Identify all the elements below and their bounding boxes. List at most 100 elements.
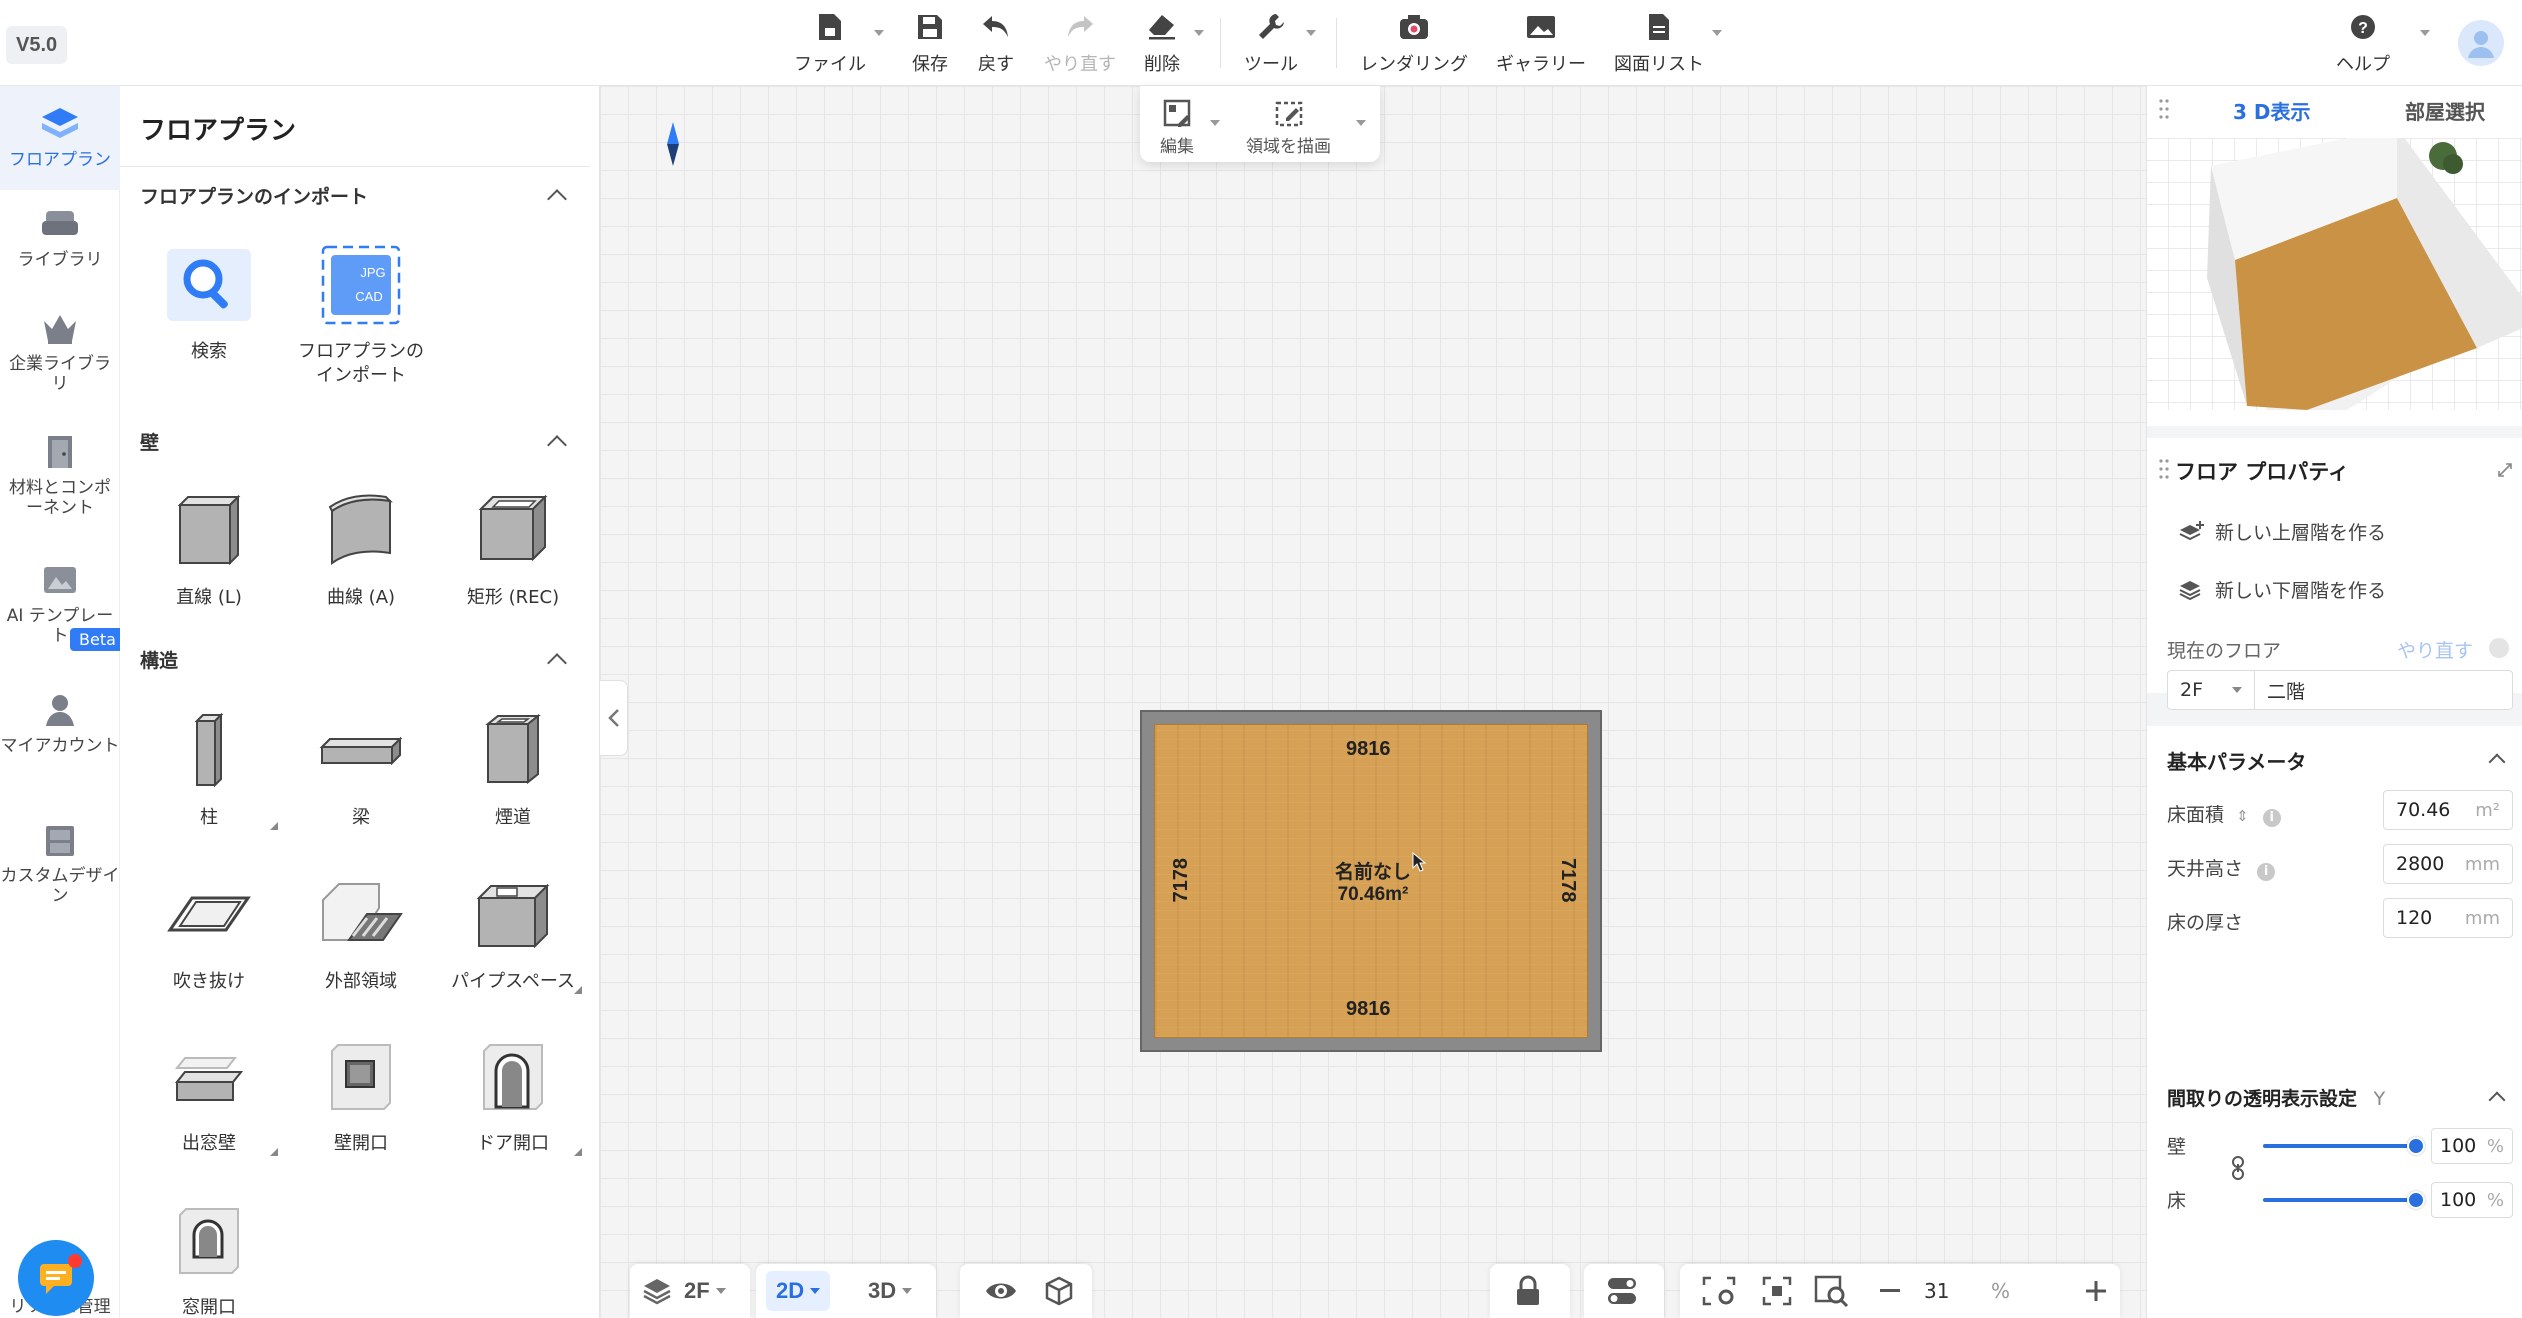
rendering-button[interactable]: レンダリング (1360, 10, 1468, 76)
sort-icon[interactable]: ⇕ (2236, 807, 2249, 825)
tools-caret-icon[interactable] (1306, 30, 1316, 36)
tile-wall-opening[interactable]: 壁開口 (286, 1032, 436, 1156)
file-caret-icon[interactable] (874, 30, 884, 36)
tile-pipe-space[interactable]: パイプスペース (438, 870, 588, 994)
draw-area-button[interactable]: 領域を描画 (1246, 98, 1331, 157)
nav-item-materials[interactable]: 材料とコンポーネント (0, 432, 120, 518)
save-button[interactable]: 保存 (912, 10, 948, 76)
door-icon (38, 432, 82, 472)
file-button[interactable]: ファイル (794, 10, 866, 76)
nav-item-library[interactable]: ライブラリ (0, 204, 120, 270)
tile-wall-straight[interactable]: 直線 (L) (134, 486, 284, 610)
floor-code-select[interactable]: 2F (2167, 670, 2255, 710)
preview-tabs: 3 D表示 部屋選択 (2147, 86, 2522, 138)
section-wall-heading: 壁 (140, 432, 160, 454)
view-3d-caret-icon (902, 1288, 913, 1294)
tab-room-select[interactable]: 部屋選択 (2405, 96, 2485, 125)
wall-opacity-input[interactable]: 100 % (2431, 1128, 2513, 1164)
nav-item-ai-template[interactable]: AI テンプレート (0, 560, 120, 646)
settings-toggle-button[interactable] (1606, 1264, 1638, 1318)
tile-label: 曲線 (A) (326, 587, 396, 608)
tile-wall-curve[interactable]: 曲線 (A) (286, 486, 436, 610)
floor-opacity-slider[interactable] (2263, 1191, 2425, 1209)
tile-column[interactable]: 柱 (134, 706, 284, 830)
nav-label: 企業ライブラリ (9, 354, 111, 394)
nav-item-my-account[interactable]: マイアカウント (0, 690, 120, 756)
tile-search[interactable]: 検索 (134, 240, 284, 364)
zoom-region-button[interactable] (1814, 1264, 1850, 1318)
tile-bay-window-wall[interactable]: 出窓壁 (134, 1032, 284, 1156)
fit-settings-icon (1702, 1276, 1736, 1306)
tile-window-opening[interactable]: 窓開口 (134, 1196, 284, 1318)
edit-button[interactable]: 編集 (1160, 98, 1194, 157)
fit-screen-button[interactable] (1762, 1264, 1792, 1318)
floor-label: 2F (684, 1278, 710, 1303)
ceiling-height-input[interactable]: 2800 mm (2383, 844, 2513, 884)
collapse-structure-icon[interactable] (547, 653, 567, 673)
zoom-in-button[interactable] (2084, 1264, 2108, 1318)
design-canvas[interactable] (600, 86, 2146, 1318)
tile-void[interactable]: 吹き抜け (134, 870, 284, 994)
tile-floorplan-import[interactable]: JPG CAD フロアプランのインポート (286, 240, 436, 388)
floor-thickness-input[interactable]: 120 mm (2383, 898, 2513, 938)
floor-area-input[interactable]: 70.46 m² (2383, 790, 2513, 830)
zoom-level-input[interactable]: 31 % (1912, 1274, 2022, 1308)
zoom-out-button[interactable] (1878, 1264, 1902, 1318)
drag-handle-icon[interactable] (2159, 98, 2169, 120)
lock-button[interactable] (1514, 1264, 1542, 1318)
nav-label: ライブラリ (17, 250, 103, 270)
tile-exterior-area[interactable]: 外部領域 (286, 870, 436, 994)
undo-button[interactable]: 戻す (978, 10, 1014, 76)
delete-caret-icon[interactable] (1194, 30, 1204, 36)
fit-settings-button[interactable] (1702, 1264, 1736, 1318)
layers-icon (643, 1279, 671, 1305)
tile-wall-rect[interactable]: 矩形 (REC) (438, 486, 588, 610)
version-badge: V5.0 (6, 26, 68, 64)
redo-link[interactable]: やり直す (2397, 636, 2473, 663)
collapse-wall-icon[interactable] (547, 435, 567, 455)
3d-preview[interactable] (2147, 138, 2522, 410)
tools-button[interactable]: ツール (1244, 10, 1298, 76)
draw-area-caret-icon[interactable] (1356, 120, 1366, 126)
info-icon: i (2262, 809, 2281, 827)
help-caret-icon[interactable] (2420, 30, 2430, 36)
collapse-transparency-icon[interactable] (2488, 1091, 2506, 1109)
cube-view-button[interactable] (1044, 1264, 1074, 1318)
view-3d-button[interactable]: 3D (868, 1264, 913, 1318)
floor-area-label: 床面積 (2167, 804, 2225, 826)
collapse-basic-params-icon[interactable] (2488, 753, 2506, 771)
redo-button[interactable]: やり直す (1044, 10, 1116, 76)
tile-door-opening[interactable]: ドア開口 (438, 1032, 588, 1156)
help-button[interactable]: ? ヘルプ (2336, 10, 2390, 76)
gallery-button[interactable]: ギャラリー (1496, 10, 1586, 76)
new-upper-floor-button[interactable]: 新しい上層階を作る (2179, 518, 2386, 545)
tile-label: 柱 (200, 807, 218, 828)
expand-icon[interactable] (2497, 462, 2513, 478)
collapse-panel-button[interactable] (600, 680, 628, 756)
collapse-import-icon[interactable] (547, 189, 567, 209)
floor-slider-knob[interactable] (2407, 1191, 2425, 1209)
floor-name-input[interactable]: 二階 (2255, 670, 2513, 710)
nav-item-floorplan[interactable]: フロアプラン (0, 86, 120, 190)
wall-opacity-slider[interactable] (2263, 1137, 2425, 1155)
edit-caret-icon[interactable] (1210, 120, 1220, 126)
user-avatar[interactable] (2458, 20, 2504, 66)
delete-button[interactable]: 削除 (1144, 10, 1180, 76)
new-lower-floor-button[interactable]: 新しい下層階を作る (2179, 576, 2386, 603)
floor-opacity-input[interactable]: 100 % (2431, 1182, 2513, 1218)
nav-item-enterprise-library[interactable]: 企業ライブラリ (0, 308, 120, 394)
tab-3d-view[interactable]: 3 D表示 (2233, 96, 2310, 125)
chat-fab[interactable] (18, 1240, 94, 1316)
wall-slider-knob[interactable] (2407, 1137, 2425, 1155)
nav-item-custom-design[interactable]: カスタムデザイン (0, 820, 120, 906)
drawing-list-button[interactable]: 図面リスト (1614, 10, 1704, 76)
tile-flue[interactable]: 煙道 (438, 706, 588, 830)
link-icon[interactable] (2231, 1156, 2245, 1180)
view-2d-button[interactable]: 2D (766, 1271, 831, 1311)
drag-handle-icon[interactable] (2159, 458, 2169, 480)
visibility-button[interactable] (984, 1264, 1018, 1318)
tile-beam[interactable]: 梁 (286, 706, 436, 830)
drawing-list-caret-icon[interactable] (1712, 30, 1722, 36)
floor-selector[interactable]: 2F (642, 1264, 726, 1318)
room-floorplan[interactable]: 9816 9816 7178 7178 名前なし 70.46m² (1140, 710, 1602, 1052)
